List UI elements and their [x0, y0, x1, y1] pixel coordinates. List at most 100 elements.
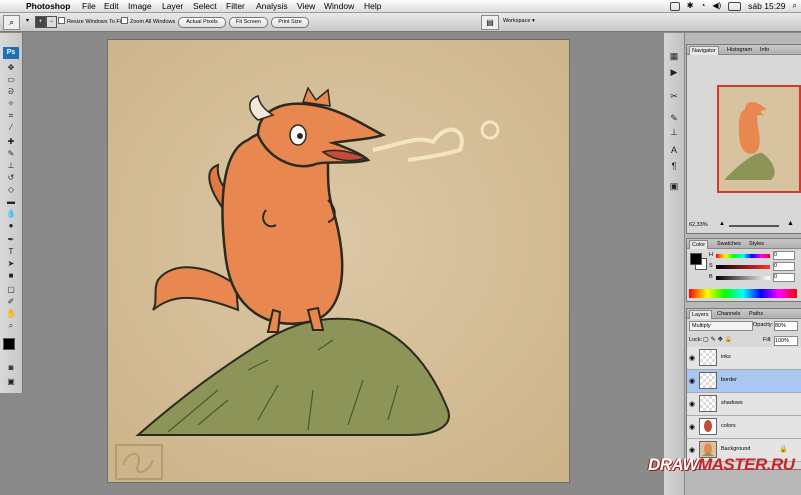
menu-select[interactable]: Select	[193, 0, 217, 12]
type-tool-icon[interactable]: T	[4, 247, 18, 257]
color-spectrum-ramp[interactable]	[689, 289, 797, 298]
wifi-icon[interactable]: ◔	[701, 0, 706, 12]
crop-tool-icon[interactable]: ⌗	[4, 111, 18, 121]
actions-panel-icon[interactable]: ▶	[667, 67, 681, 78]
menu-file[interactable]: File	[82, 0, 96, 12]
history-panel-icon[interactable]: ▦	[667, 51, 681, 62]
menu-layer[interactable]: Layer	[162, 0, 183, 12]
zoom-tool-box-icon[interactable]: ⌕	[4, 321, 18, 331]
brightness-slider[interactable]	[716, 276, 770, 280]
brush-tool-icon[interactable]: ✎	[4, 149, 18, 159]
opacity-field[interactable]: 80%	[774, 321, 798, 331]
volume-icon[interactable]: ◀)	[712, 0, 721, 12]
print-size-button[interactable]: Print Size	[271, 17, 309, 28]
menu-image[interactable]: Image	[128, 0, 152, 12]
layer-row-inks[interactable]: ◉ inks	[687, 347, 801, 370]
hue-value[interactable]: 0	[773, 251, 795, 260]
tool-preset-dropdown[interactable]: ▾	[22, 15, 33, 28]
zoom-in-icon[interactable]: +	[35, 16, 46, 28]
tab-histogram[interactable]: Histogram	[725, 46, 754, 54]
menu-window[interactable]: Window	[324, 0, 354, 12]
magic-wand-tool-icon[interactable]: ✧	[4, 99, 18, 109]
layer-comps-icon[interactable]: ▣	[667, 181, 681, 192]
pen-tool-icon[interactable]: ✒	[4, 235, 18, 245]
tab-styles[interactable]: Styles	[747, 240, 766, 248]
quick-mask-icon[interactable]: ◙	[4, 363, 18, 373]
clock[interactable]: sáb 15:29	[748, 0, 785, 12]
visibility-eye-icon[interactable]: ◉	[689, 446, 695, 454]
tool-presets-icon[interactable]: ✂	[667, 91, 681, 102]
zoom-in-small-icon[interactable]: ▲	[787, 220, 794, 227]
eyedropper2-tool-icon[interactable]: ✐	[4, 297, 18, 307]
bluetooth-icon[interactable]: ✱	[687, 0, 694, 12]
navigator-zoom-value[interactable]: 62,33%	[689, 222, 708, 228]
color-foreground-swatch[interactable]	[690, 253, 702, 265]
tab-paths[interactable]: Paths	[747, 310, 765, 318]
dodge-tool-icon[interactable]: ●	[4, 221, 18, 231]
tab-navigator[interactable]: Navigator	[689, 46, 719, 55]
visibility-eye-icon[interactable]: ◉	[689, 377, 695, 385]
menu-help[interactable]: Help	[364, 0, 381, 12]
zoom-tool-icon[interactable]: ⌕	[3, 15, 20, 30]
battery-icon[interactable]	[728, 1, 742, 11]
eraser-tool-icon[interactable]: ◇	[4, 185, 18, 195]
character-panel-icon[interactable]: A	[667, 145, 681, 155]
navigator-zoom-slider[interactable]	[729, 225, 779, 227]
move-tool-icon[interactable]: ✥	[4, 63, 18, 73]
blend-mode-select[interactable]: Multiply	[689, 321, 753, 331]
visibility-eye-icon[interactable]: ◉	[689, 354, 695, 362]
blur-tool-icon[interactable]: 💧	[4, 209, 18, 219]
healing-brush-icon[interactable]: ✚	[4, 137, 18, 147]
navigator-preview[interactable]	[717, 85, 801, 193]
screen-mode-icon[interactable]: ▣	[4, 377, 18, 387]
fit-screen-button[interactable]: Fit Screen	[229, 17, 268, 28]
tab-swatches[interactable]: Swatches	[715, 240, 743, 248]
layer-row-shadows[interactable]: ◉ shadows	[687, 393, 801, 416]
history-brush-icon[interactable]: ↺	[4, 173, 18, 183]
tab-channels[interactable]: Channels	[715, 310, 742, 318]
saturation-slider[interactable]	[716, 265, 770, 269]
fill-field[interactable]: 100%	[774, 336, 798, 346]
hue-slider[interactable]	[716, 254, 770, 258]
menu-analysis[interactable]: Analysis	[256, 0, 288, 12]
visibility-eye-icon[interactable]: ◉	[689, 400, 695, 408]
blend-mode-value: Multiply	[692, 323, 711, 329]
layer-row-colors[interactable]: ◉ colors	[687, 416, 801, 439]
menu-app[interactable]: Photoshop	[26, 0, 70, 12]
eyedropper-tool-icon[interactable]: ⁄	[4, 123, 18, 133]
display-icon[interactable]	[669, 1, 680, 11]
brushes-panel-icon[interactable]: ✎	[667, 113, 681, 124]
tab-layers[interactable]: Layers	[689, 310, 712, 319]
tab-color[interactable]: Color	[689, 240, 709, 249]
notes-tool-icon[interactable]: ▢	[4, 285, 18, 295]
clone-stamp-icon[interactable]: ⊥	[4, 161, 18, 171]
path-selection-icon[interactable]: ➤	[4, 259, 18, 269]
document-canvas[interactable]	[108, 40, 569, 482]
foreground-color-swatch[interactable]	[3, 338, 15, 350]
zoom-out-small-icon[interactable]: ▲	[719, 221, 725, 227]
paragraph-panel-icon[interactable]: ¶	[667, 161, 681, 171]
lasso-tool-icon[interactable]: ᘐ	[4, 87, 18, 97]
hand-tool-icon[interactable]: ✋	[4, 309, 18, 319]
menu-edit[interactable]: Edit	[104, 0, 119, 12]
tab-info[interactable]: Info	[758, 46, 771, 54]
palette-well-icon[interactable]: ▤	[481, 15, 499, 30]
actual-pixels-button[interactable]: Actual Pixels	[178, 17, 226, 28]
resize-windows-checkbox[interactable]: Resize Windows To Fit	[58, 17, 123, 27]
layer-row-border[interactable]: ◉ border	[687, 370, 801, 393]
clone-source-icon[interactable]: ⊥	[667, 127, 681, 138]
marquee-tool-icon[interactable]: ▭	[4, 75, 18, 85]
saturation-value[interactable]: 0	[773, 262, 795, 271]
visibility-eye-icon[interactable]: ◉	[689, 423, 695, 431]
workspace-menu[interactable]: Workspace ▾	[503, 17, 535, 26]
zoom-all-checkbox[interactable]: Zoom All Windows	[121, 17, 175, 27]
menu-view[interactable]: View	[297, 0, 315, 12]
shape-tool-icon[interactable]: ■	[4, 271, 18, 281]
brightness-value[interactable]: 0	[773, 273, 795, 282]
spotlight-icon[interactable]: ⌕	[793, 0, 797, 12]
zoom-out-icon[interactable]: −	[46, 16, 57, 28]
ps-logo-badge[interactable]: Ps	[3, 47, 19, 59]
menu-filter[interactable]: Filter	[226, 0, 245, 12]
gradient-tool-icon[interactable]: ▬	[4, 197, 18, 207]
lock-icons[interactable]: ▢✎✥🔒	[703, 336, 734, 343]
